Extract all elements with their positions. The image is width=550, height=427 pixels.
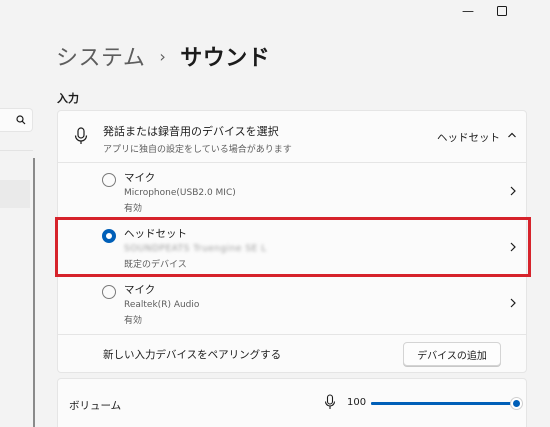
volume-label: ボリューム (69, 400, 122, 412)
chevron-up-icon[interactable] (506, 129, 518, 141)
sidebar-divider (0, 150, 33, 151)
volume-card: ボリューム 100 (57, 378, 527, 427)
device-description: Realtek(R) Audio (124, 300, 200, 310)
chevron-right-icon[interactable] (508, 185, 518, 197)
device-row-headset[interactable]: ヘッドセット SOUNDPEATS Truengine SE L 既定のデバイス (58, 219, 526, 275)
input-device-card: 発話または録音用のデバイスを選択 アプリに独自の設定をしている場合があります ヘ… (57, 110, 527, 373)
volume-slider-thumb[interactable] (510, 397, 523, 410)
breadcrumb-parent-system[interactable]: システム (56, 40, 145, 72)
add-device-button[interactable]: デバイスの追加 (403, 342, 501, 366)
microphone-icon (324, 394, 336, 409)
device-name: マイク (124, 284, 156, 296)
device-radio[interactable] (102, 173, 116, 187)
device-name: マイク (124, 172, 156, 184)
device-name: ヘッドセット (124, 228, 187, 240)
minimize-button[interactable]: — (451, 0, 485, 22)
chevron-right-icon[interactable] (508, 241, 518, 253)
maximize-icon (497, 6, 507, 16)
volume-value: 100 (347, 397, 367, 408)
device-texts: ヘッドセット SOUNDPEATS Truengine SE L 既定のデバイス (124, 226, 267, 270)
device-row-microphone-usb[interactable]: マイク Microphone(USB2.0 MIC) 有効 (58, 163, 526, 219)
device-row-realtek[interactable]: マイク Realtek(R) Audio 有効 (58, 275, 526, 335)
input-device-title: 発話または録音用のデバイスを選択 (103, 125, 279, 138)
selected-device-value: ヘッドセット (437, 132, 500, 144)
device-radio[interactable] (102, 285, 116, 299)
volume-slider[interactable] (371, 397, 523, 410)
settings-search-box[interactable] (0, 108, 33, 132)
maximize-button[interactable] (485, 0, 519, 22)
search-icon (16, 115, 26, 125)
section-title-input: 入力 (57, 92, 79, 105)
page-title: サウンド (180, 46, 271, 71)
pair-device-label: 新しい入力デバイスをペアリングする (103, 349, 282, 361)
volume-slider-fill (371, 402, 516, 405)
input-device-subtitle: アプリに独自の設定をしている場合があります (103, 145, 292, 155)
pair-device-row: 新しい入力デバイスをペアリングする デバイスの追加 (58, 335, 526, 373)
device-texts: マイク Realtek(R) Audio 有効 (124, 282, 199, 326)
device-status: 有効 (124, 316, 143, 326)
sidebar-scrollbar[interactable] (33, 158, 35, 427)
device-description-blurred: SOUNDPEATS Truengine SE L (124, 244, 267, 254)
microphone-icon (74, 127, 88, 144)
minimize-icon: — (462, 4, 474, 18)
device-radio-checked[interactable] (102, 229, 116, 243)
device-status: 既定のデバイス (124, 260, 187, 270)
input-device-header-texts: 発話または録音用のデバイスを選択 アプリに独自の設定をしている場合があります (103, 123, 292, 155)
device-status: 有効 (124, 204, 143, 214)
chevron-right-icon[interactable] (508, 297, 518, 309)
breadcrumb: システム › サウンド (56, 40, 270, 72)
breadcrumb-separator: › (159, 46, 167, 66)
device-texts: マイク Microphone(USB2.0 MIC) 有効 (124, 170, 236, 214)
input-device-header[interactable]: 発話または録音用のデバイスを選択 アプリに独自の設定をしている場合があります ヘ… (58, 111, 526, 163)
device-description: Microphone(USB2.0 MIC) (124, 188, 236, 198)
sidebar-item-selected[interactable] (0, 180, 30, 208)
